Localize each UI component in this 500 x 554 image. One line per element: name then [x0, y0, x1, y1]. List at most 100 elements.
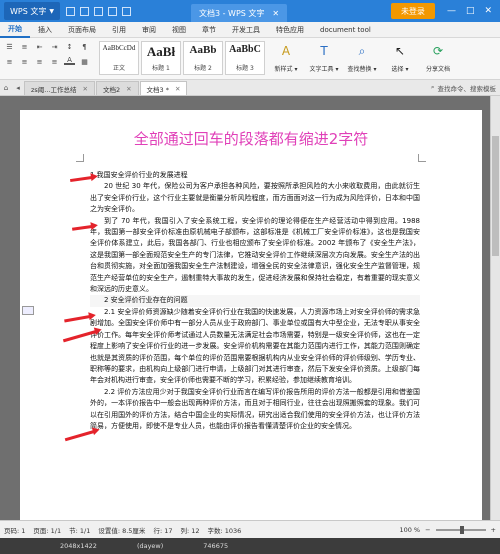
- style-name: 标题 3: [236, 65, 254, 72]
- paragraph: 1 我国安全评价行业的发展进程: [90, 171, 188, 179]
- doc-tab-label: 文档3 *: [146, 85, 169, 94]
- show-marks-icon[interactable]: ¶: [79, 41, 90, 52]
- tab-special[interactable]: 特色应用: [268, 22, 312, 38]
- border-icon[interactable]: ▦: [79, 56, 90, 67]
- login-button[interactable]: 未登录: [390, 3, 435, 19]
- status-settings: 设置值: 8.5厘米: [98, 526, 146, 535]
- line-spacing-icon[interactable]: A: [64, 56, 75, 65]
- red-arrow-annotation: [64, 430, 95, 442]
- close-icon[interactable]: ✕: [83, 85, 88, 93]
- style-heading-2[interactable]: AaBb 标题 2: [183, 41, 223, 75]
- ribbon-toolbar: ☰ ≡ ⇤ ⇥ ↕ ¶ ≡ ≡ ≡ ≡ A ▦ AaBbCcDd 正文 AaBł…: [0, 38, 500, 80]
- style-name: 标题 2: [194, 65, 212, 72]
- scrollbar-thumb[interactable]: [492, 136, 499, 256]
- tab-review[interactable]: 审阅: [134, 22, 164, 38]
- margin-corner-mark: [76, 154, 84, 162]
- home-icon[interactable]: ⌂: [0, 81, 12, 95]
- share-button[interactable]: ⟳ 分享文档: [421, 41, 455, 75]
- new-style-icon: A: [281, 44, 291, 58]
- tab-page-layout[interactable]: 页面布局: [60, 22, 104, 38]
- vertical-scrollbar[interactable]: [490, 96, 500, 520]
- command-search-label: 查找命令、搜索模板: [437, 84, 497, 93]
- text-tool-icon: T: [320, 44, 328, 58]
- justify-icon[interactable]: ≡: [49, 56, 60, 67]
- tab-insert[interactable]: 插入: [30, 22, 60, 38]
- ribbon-tabs: 开始 插入 页面布局 引用 审阅 视图 章节 开发工具 特色应用 documen…: [0, 22, 500, 38]
- doc-tab-1[interactable]: zs阈...工作总结 ✕: [24, 81, 95, 95]
- document-workspace: 全部通过回车的段落都有缩进2字符 1 我国安全评价行业的发展进程 20 世纪 3…: [0, 96, 500, 530]
- open-icon[interactable]: [79, 6, 89, 16]
- status-col: 列: 12: [180, 526, 200, 535]
- new-doc-icon[interactable]: [65, 6, 75, 16]
- window-controls: — □ ✕: [447, 6, 492, 16]
- find-replace-label: 查找替换 ▾: [347, 66, 377, 73]
- status-bar: 页码: 1 页面: 1/1 节: 1/1 设置值: 8.5厘米 行: 17 列:…: [0, 520, 500, 538]
- app-name: WPS 文字: [10, 6, 47, 16]
- status-pages: 页面: 1/1: [33, 526, 62, 535]
- outdent-icon[interactable]: ⇤: [34, 41, 45, 52]
- align-right-icon[interactable]: ≡: [34, 56, 45, 67]
- align-center-icon[interactable]: ≡: [19, 56, 30, 67]
- maximize-button[interactable]: □: [466, 6, 475, 16]
- doc-tab-3[interactable]: 文档3 * ✕: [139, 81, 188, 95]
- style-normal[interactable]: AaBbCcDd 正文: [99, 41, 139, 75]
- close-icon[interactable]: ✕: [175, 85, 180, 93]
- document-body[interactable]: 1 我国安全评价行业的发展进程 20 世纪 30 年代，保险公司为客户承担各种风…: [90, 170, 420, 432]
- status-word-count[interactable]: 字数: 1036: [208, 525, 242, 535]
- zoom-out-icon[interactable]: −: [425, 526, 430, 534]
- paragraph-layout-icon[interactable]: [22, 306, 34, 315]
- minimize-button[interactable]: —: [447, 6, 456, 16]
- indent-icon[interactable]: ⇥: [49, 41, 60, 52]
- command-search[interactable]: ⌕ 查找命令、搜索模板: [431, 82, 496, 94]
- paragraph: 2 安全评价行业存在的问题: [90, 295, 420, 307]
- window-doc-tab[interactable]: 文档3 - WPS 文字 ✕: [190, 4, 288, 22]
- paragraph: 2.1 安全评价师资源缺少随着安全评价行业在我国的快速发展，人力资源市场上对安全…: [90, 307, 420, 385]
- style-name: 标题 1: [152, 65, 170, 72]
- close-icon[interactable]: ✕: [272, 9, 279, 18]
- taskbar-item: 746675: [203, 542, 229, 550]
- paragraph: 到了 70 年代，我国引入了安全系统工程，安全评价的理论得便在生产经营活动中得到…: [90, 216, 420, 294]
- style-preview: AaBbCcDd: [102, 44, 136, 52]
- align-left-icon[interactable]: ≡: [4, 56, 15, 67]
- close-icon[interactable]: ✕: [126, 85, 131, 93]
- zoom-slider-knob[interactable]: [459, 525, 464, 534]
- document-page[interactable]: 全部通过回车的段落都有缩进2字符 1 我国安全评价行业的发展进程 20 世纪 3…: [20, 110, 482, 530]
- zoom-in-icon[interactable]: +: [491, 526, 496, 534]
- tab-document-tool[interactable]: document tool: [312, 22, 379, 38]
- select-button[interactable]: ↖ 选择 ▾: [383, 41, 417, 75]
- zoom-slider[interactable]: [435, 525, 486, 534]
- bullets-icon[interactable]: ☰: [4, 41, 15, 52]
- tab-references[interactable]: 引用: [104, 22, 134, 38]
- tab-scroll-icon[interactable]: ◂: [12, 81, 24, 95]
- numbering-icon[interactable]: ≡: [19, 41, 30, 52]
- watermark: Baidu 经验: [404, 503, 482, 519]
- new-style-button[interactable]: A 新样式 ▾: [269, 41, 303, 75]
- tab-view[interactable]: 视图: [164, 22, 194, 38]
- style-gallery: AaBbCcDd 正文 AaBł 标题 1 AaBb 标题 2 AaBbC 标题…: [99, 41, 265, 75]
- status-section: 节: 1/1: [69, 526, 91, 535]
- app-menu-button[interactable]: WPS 文字 ▼: [4, 2, 60, 20]
- text-tool-label: 文字工具 ▾: [309, 66, 339, 73]
- share-label: 分享文档: [425, 66, 450, 73]
- style-preview: AaBb: [189, 44, 217, 56]
- undo-icon[interactable]: [121, 6, 131, 16]
- select-label: 选择 ▾: [391, 66, 409, 73]
- tab-developer[interactable]: 开发工具: [224, 22, 268, 38]
- zoom-value[interactable]: 100 %: [399, 526, 420, 534]
- save-icon[interactable]: [93, 6, 103, 16]
- status-page: 页码: 1: [4, 526, 26, 535]
- close-window-button[interactable]: ✕: [484, 6, 492, 16]
- style-heading-1[interactable]: AaBł 标题 1: [141, 41, 181, 75]
- text-tool-button[interactable]: T 文字工具 ▾: [307, 41, 341, 75]
- sort-icon[interactable]: ↕: [64, 41, 75, 52]
- red-arrow-annotation: [64, 315, 91, 323]
- find-replace-button[interactable]: ⌕ 查找替换 ▾: [345, 41, 379, 75]
- chevron-down-icon: ▼: [49, 7, 54, 15]
- style-heading-3[interactable]: AaBbC 标题 3: [225, 41, 265, 75]
- tab-start[interactable]: 开始: [0, 22, 30, 38]
- paragraph: 2.2 评价方法应用少对于我国安全评价行业而言在编写评价报告所用的评价方法一般都…: [90, 387, 420, 430]
- print-icon[interactable]: [107, 6, 117, 16]
- tab-sections[interactable]: 章节: [194, 22, 224, 38]
- new-style-label: 新样式 ▾: [274, 66, 298, 73]
- doc-tab-2[interactable]: 文档2 ✕: [95, 81, 139, 95]
